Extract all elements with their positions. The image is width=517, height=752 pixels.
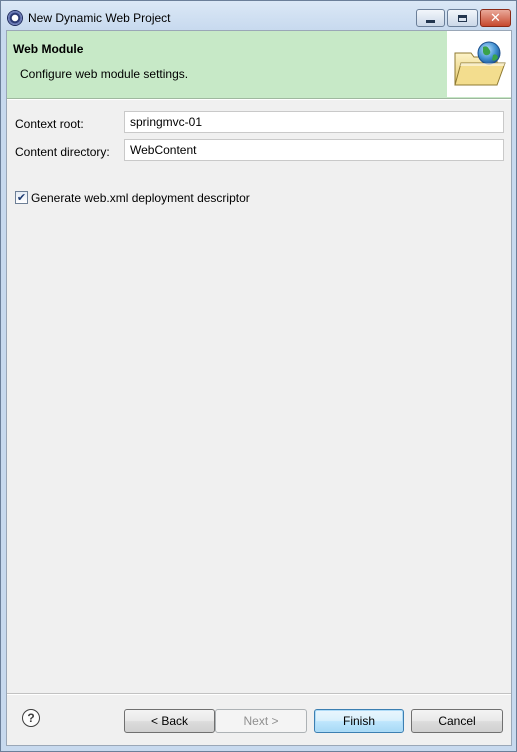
wizard-banner: Web Module Configure web module settings… xyxy=(7,31,511,99)
close-button[interactable]: ✕ xyxy=(480,9,511,27)
maximize-button[interactable] xyxy=(447,9,478,27)
cancel-button[interactable]: Cancel xyxy=(411,709,503,733)
back-button[interactable]: < Back xyxy=(124,709,215,733)
next-button[interactable]: Next > xyxy=(215,709,307,733)
dialog-client-area: Web Module Configure web module settings… xyxy=(6,30,512,746)
banner-separator xyxy=(7,99,511,100)
maximize-icon xyxy=(458,14,467,22)
window-title: New Dynamic Web Project xyxy=(28,11,171,25)
checkmark-icon: ✔ xyxy=(16,191,27,204)
minimize-icon xyxy=(426,19,435,23)
content-directory-label: Content directory: xyxy=(15,145,110,159)
minimize-button[interactable] xyxy=(416,9,445,27)
title-bar[interactable]: New Dynamic Web Project ✕ xyxy=(1,1,516,32)
eclipse-icon xyxy=(8,11,22,25)
help-glyph: ? xyxy=(27,711,35,725)
footer-separator-highlight xyxy=(7,694,511,695)
page-description: Configure web module settings. xyxy=(20,67,189,81)
banner-image xyxy=(447,31,511,97)
generate-descriptor-checkbox[interactable]: ✔ xyxy=(15,191,28,204)
content-directory-input[interactable] xyxy=(124,139,504,161)
finish-button[interactable]: Finish xyxy=(314,709,404,733)
close-icon: ✕ xyxy=(490,10,501,26)
context-root-input[interactable] xyxy=(124,111,504,133)
page-title: Web Module xyxy=(13,42,84,56)
generate-descriptor-label[interactable]: Generate web.xml deployment descriptor xyxy=(31,191,250,205)
context-root-label: Context root: xyxy=(15,117,84,131)
folder-globe-icon xyxy=(454,41,506,86)
help-icon[interactable]: ? xyxy=(22,709,40,727)
dialog-window: New Dynamic Web Project ✕ Web Module Con… xyxy=(0,0,517,752)
